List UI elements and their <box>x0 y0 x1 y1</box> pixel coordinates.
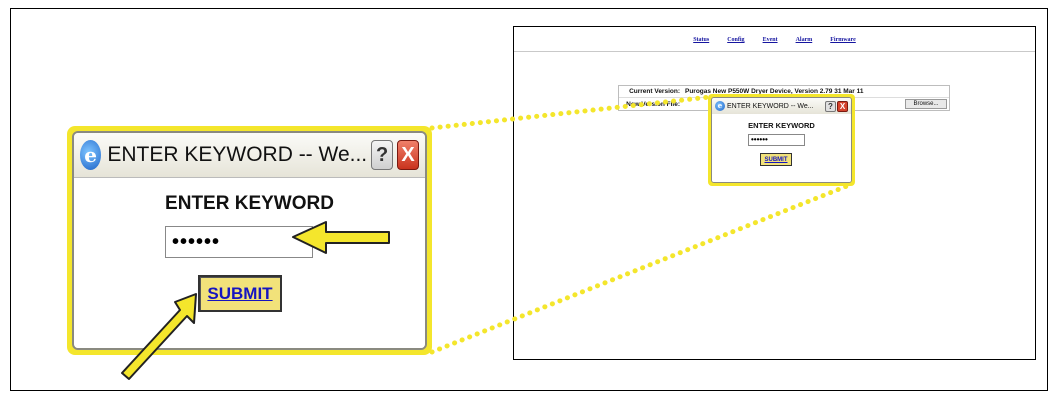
annotation-arrows <box>121 221 390 380</box>
arrow-to-input <box>292 221 390 254</box>
arrow-to-submit <box>121 293 197 380</box>
